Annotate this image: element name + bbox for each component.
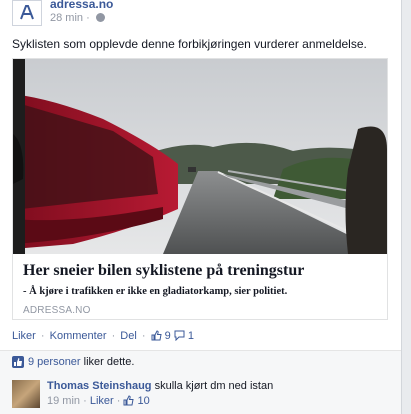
share-link[interactable]: Del [120,330,137,342]
link-preview[interactable]: Her sneier bilen syklistene på treningst… [12,58,388,320]
comment-count[interactable]: 1 [188,330,194,342]
preview-title[interactable]: Her sneier bilen syklistene på treningst… [23,262,304,280]
comment-like-link[interactable]: Liker [90,395,114,407]
page-logo[interactable] [12,0,42,26]
comment: Thomas Steinshaug skulla kjørt dm ned is… [0,375,401,414]
like-link[interactable]: Liker [12,330,36,342]
likers-link[interactable]: 9 personer [28,356,81,368]
preview-image[interactable] [13,59,387,254]
action-separator: · [141,330,146,342]
action-separator: · [40,330,45,342]
page-gutter [402,0,411,414]
comment-text: skulla kjørt dm ned istan [154,380,274,392]
comment-like-count[interactable]: 10 [138,395,150,407]
preview-description: - Å kjøre i trafikken er ikke en gladiat… [23,286,288,297]
page-name-link[interactable]: adressa.no [50,0,113,11]
meta-separator: · [86,12,90,24]
commenter-avatar[interactable] [12,380,40,408]
like-icon [12,356,24,371]
thumbs-up-icon [151,330,162,344]
thumbs-up-icon [123,395,135,409]
post-meta: 28 min · [50,12,105,24]
comment-bubble-icon [174,330,185,344]
like-count[interactable]: 9 [165,330,171,342]
comment-author-link[interactable]: Thomas Steinshaug [47,380,152,392]
news-feed-post: adressa.no 28 min · Syklisten som opplev… [0,0,402,414]
post-actions: Liker · Kommenter · Del · 9 1 [12,330,194,344]
comment-separator: · [83,395,87,407]
post-message: Syklisten som opplevde denne forbikjørin… [12,37,367,51]
likes-suffix: liker dette. [80,356,135,368]
preview-domain: ADRESSA.NO [23,305,91,316]
action-separator: · [111,330,116,342]
comment-separator: · [116,395,121,407]
likes-summary: 9 personer liker dette. [0,351,401,375]
globe-icon [95,13,105,22]
comment-time[interactable]: 19 min [47,395,80,407]
comment-link[interactable]: Kommenter [50,330,107,342]
post-time[interactable]: 28 min [50,12,83,24]
